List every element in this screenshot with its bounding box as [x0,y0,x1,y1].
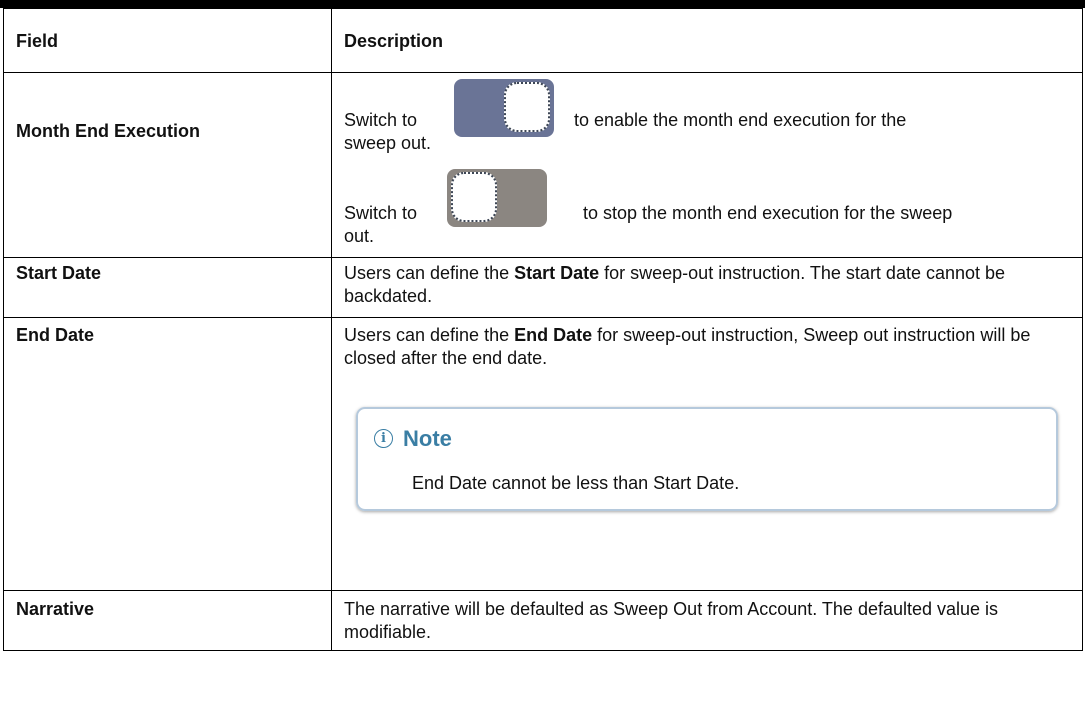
description-cell: Switch to to enable the month end execut… [331,72,1083,258]
description-cell: Users can define the Start Date for swee… [331,257,1083,318]
header-field: Field [3,8,332,73]
table-row: Month End Execution Switch to to enable … [3,72,1083,258]
disable-text: to stop the month end execution for the … [583,203,953,223]
desc-text: Users can define the [344,325,515,345]
field-name: Start Date [3,257,332,318]
switch-to-label: Switch to [344,110,418,130]
desc-bold: Start Date [514,263,600,283]
table-header-row: Field Description [3,8,1083,73]
desc-text: Users can define the [344,263,515,283]
table-row: End Date Users can define the End Date f… [3,317,1083,591]
field-name: End Date [3,317,332,591]
field-name: Month End Execution [3,72,332,258]
description-cell: Users can define the End Date for sweep-… [331,317,1083,591]
field-name: Narrative [3,590,332,651]
end-date-description: Users can define the End Date for sweep-… [344,324,1073,370]
toggle-off-icon [447,169,547,227]
table-row: Narrative The narrative will be defaulte… [3,590,1083,651]
enable-line: Switch to to enable the month end execut… [344,79,1073,137]
desc-bold: End Date [514,325,593,345]
field-description-table: Field Description Month End Execution Sw… [3,8,1083,651]
disable-text-continued: out. [344,226,375,246]
info-icon: i [374,429,393,448]
note-box: i Note End Date cannot be less than Star… [356,407,1058,511]
enable-text-continued: sweep out. [344,133,432,153]
toggle-on-icon [454,79,554,137]
description-cell: The narrative will be defaulted as Sweep… [331,590,1083,651]
enable-text: to enable the month end execution for th… [574,110,907,130]
switch-to-label: Switch to [344,203,418,223]
note-title: i Note [374,427,452,450]
note-text: End Date cannot be less than Start Date. [412,473,740,493]
table-row: Start Date Users can define the Start Da… [3,257,1083,318]
note-title-text: Note [403,426,452,451]
disable-line: Switch to to stop the month end executio… [344,169,1073,227]
header-description: Description [331,8,1083,73]
top-border-bar [0,0,1085,8]
